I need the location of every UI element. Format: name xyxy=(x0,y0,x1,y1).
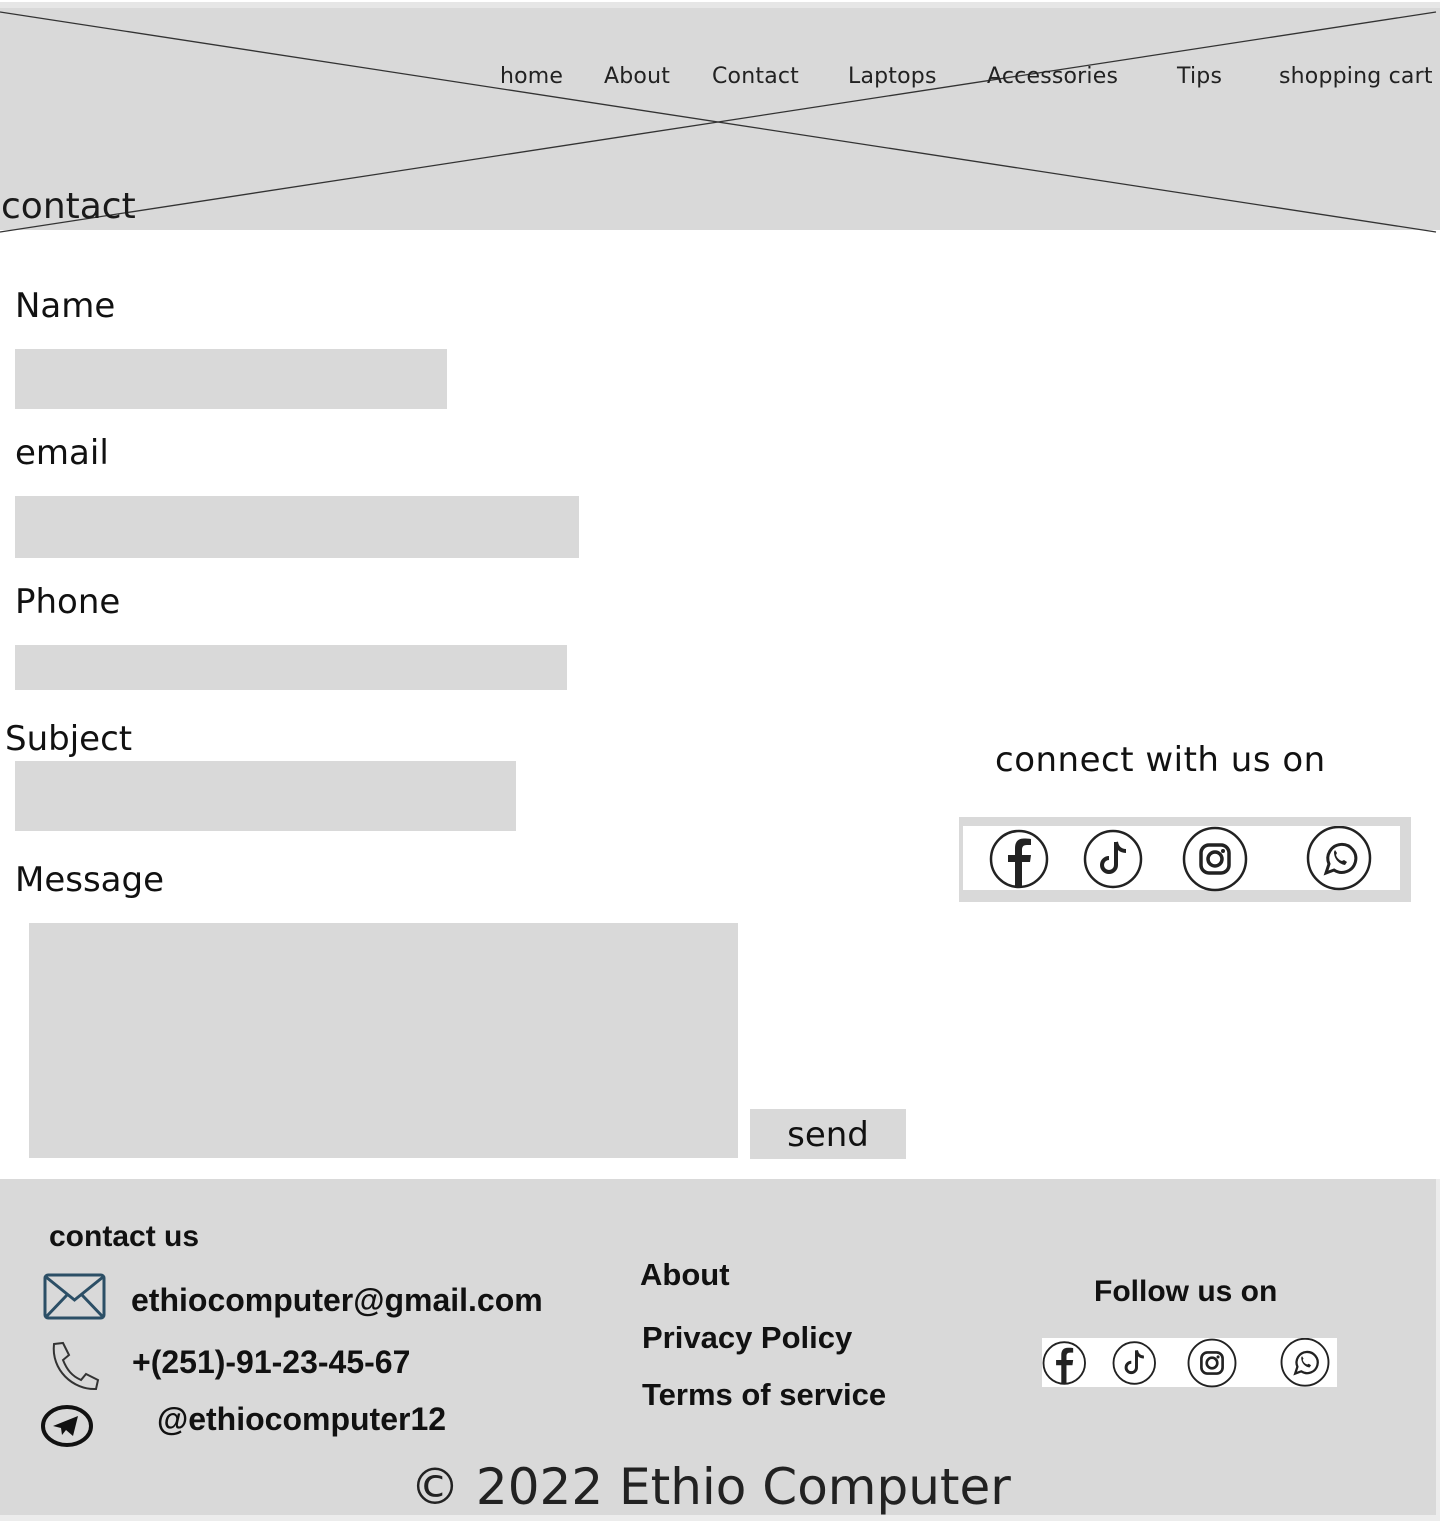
mail-icon xyxy=(43,1273,106,1320)
name-label: Name xyxy=(15,286,116,326)
message-label: Message xyxy=(15,860,165,900)
tiktok-icon[interactable] xyxy=(1112,1340,1158,1386)
send-button[interactable]: send xyxy=(750,1109,906,1159)
nav-contact[interactable]: Contact xyxy=(712,64,799,89)
copyright-text: © 2022 Ethio Computer xyxy=(410,1458,1011,1516)
nav-laptops[interactable]: Laptops xyxy=(848,64,937,89)
nav-accessories[interactable]: Accessories xyxy=(987,64,1118,89)
footer-social-icons-strip xyxy=(1042,1338,1337,1388)
social-icons-box xyxy=(959,817,1411,902)
phone-label: Phone xyxy=(15,582,121,622)
header-banner: home About Contact Laptops Accessories T… xyxy=(0,2,1440,233)
page-title: contact xyxy=(1,186,136,227)
footer-follow-title: Follow us on xyxy=(1094,1275,1278,1308)
footer-link-about[interactable]: About xyxy=(640,1257,730,1293)
subject-input[interactable] xyxy=(15,761,516,831)
telegram-icon xyxy=(41,1405,93,1447)
footer-phone[interactable]: +(251)-91-23-45-67 xyxy=(132,1344,410,1381)
image-placeholder-cross xyxy=(0,11,1437,233)
message-textarea[interactable] xyxy=(29,923,738,1158)
social-icons-strip xyxy=(963,826,1400,892)
nav-about[interactable]: About xyxy=(604,64,670,89)
facebook-icon[interactable] xyxy=(1042,1340,1088,1386)
instagram-icon[interactable] xyxy=(1182,826,1248,892)
instagram-icon[interactable] xyxy=(1187,1338,1237,1388)
subject-label: Subject xyxy=(5,719,133,759)
connect-title: connect with us on xyxy=(995,740,1326,780)
footer-link-terms-of-service[interactable]: Terms of service xyxy=(642,1377,886,1413)
email-label: email xyxy=(15,433,109,473)
whatsapp-icon[interactable] xyxy=(1280,1338,1330,1388)
name-input[interactable] xyxy=(15,349,447,409)
nav-shopping-cart[interactable]: shopping cart xyxy=(1279,64,1433,89)
phone-icon xyxy=(52,1341,100,1391)
footer-telegram[interactable]: @ethiocomputer12 xyxy=(157,1401,446,1438)
nav-home[interactable]: home xyxy=(500,64,563,89)
email-input[interactable] xyxy=(15,496,579,558)
footer-contact-title: contact us xyxy=(49,1220,200,1253)
phone-input[interactable] xyxy=(15,645,567,690)
whatsapp-icon[interactable] xyxy=(1306,826,1372,892)
footer-email[interactable]: ethiocomputer@gmail.com xyxy=(131,1282,543,1319)
tiktok-icon[interactable] xyxy=(1083,828,1145,890)
nav-tips[interactable]: Tips xyxy=(1177,64,1222,89)
facebook-icon[interactable] xyxy=(989,828,1051,890)
footer-link-privacy-policy[interactable]: Privacy Policy xyxy=(642,1320,852,1356)
